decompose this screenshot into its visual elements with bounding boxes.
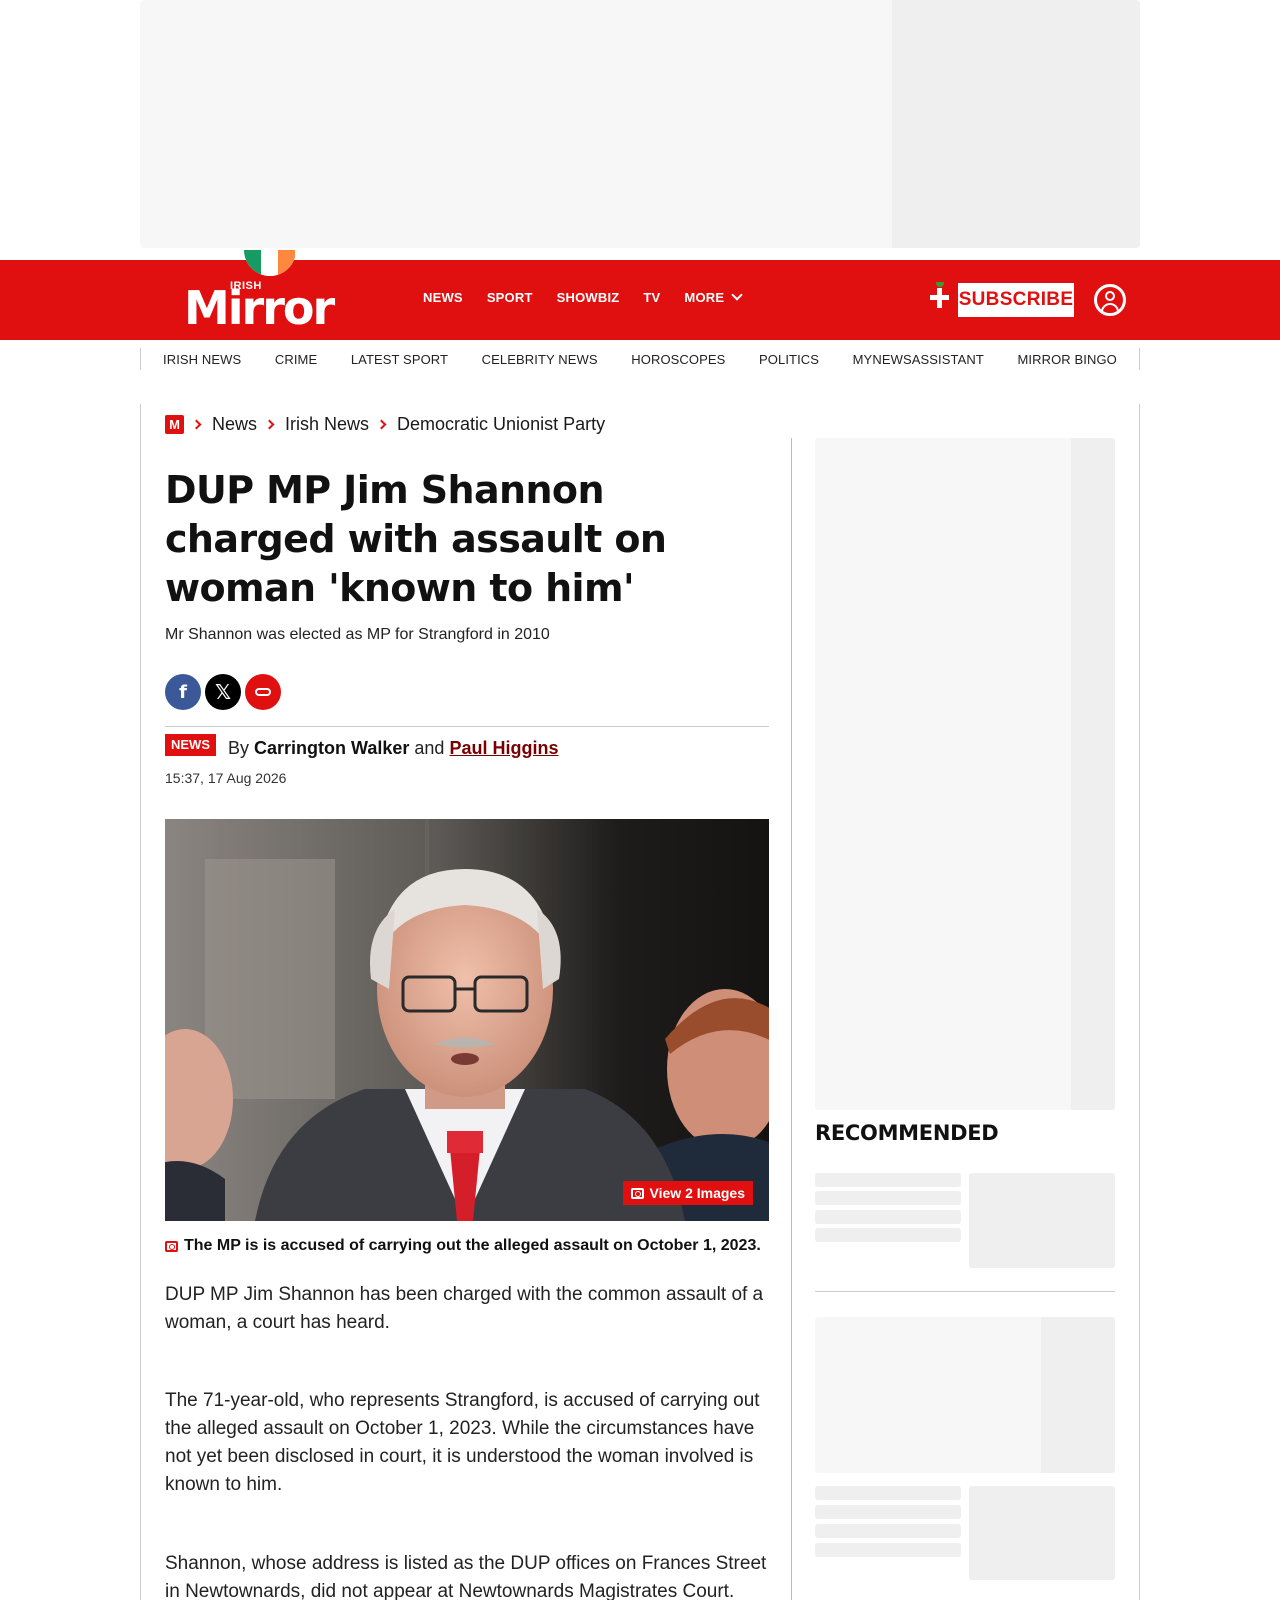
skeleton-line [815, 1228, 961, 1242]
breadcrumb-dup[interactable]: Democratic Unionist Party [397, 414, 605, 435]
byline-prefix: By [228, 738, 250, 758]
skeleton-line [815, 1524, 961, 1538]
camera-icon [630, 1187, 644, 1199]
publish-date: 15:37, 17 Aug 2026 [165, 770, 287, 786]
subscribe-plus-icon[interactable] [928, 282, 952, 310]
chevron-right-icon [264, 419, 275, 430]
section-crime[interactable]: CRIME [275, 352, 317, 367]
section-horoscopes[interactable]: HOROSCOPES [631, 352, 725, 367]
share-divider [165, 726, 769, 727]
chevron-down-icon [731, 288, 743, 301]
hero-image[interactable]: View 2 Images [165, 819, 769, 1221]
nav-more[interactable]: MORE [684, 288, 743, 305]
section-latest-sport[interactable]: LATEST SPORT [351, 352, 448, 367]
article-paragraph: The 71-year-old, who represents Strangfo… [165, 1390, 760, 1495]
skeleton-line [815, 1543, 961, 1557]
nav-tv[interactable]: TV [643, 290, 660, 305]
section-mirror-bingo[interactable]: MIRROR BINGO [1017, 352, 1116, 367]
nav-news[interactable]: NEWS [423, 290, 463, 305]
skeleton-line [815, 1505, 961, 1519]
skeleton-line [815, 1173, 961, 1187]
sidebar-divider [815, 1291, 1115, 1292]
view-images-button[interactable]: View 2 Images [622, 1181, 753, 1205]
facebook-icon[interactable]: f [165, 674, 201, 710]
x-icon[interactable]: 𝕏 [205, 674, 241, 710]
breadcrumb: M News Irish News Democratic Unionist Pa… [165, 414, 605, 435]
article-standfirst: Mr Shannon was elected as MP for Strangf… [165, 626, 550, 643]
column-divider [791, 438, 792, 1600]
image-caption-text: The MP is is accused of carrying out the… [184, 1237, 761, 1254]
skeleton-line [815, 1486, 961, 1500]
image-caption: The MP is is accused of carrying out the… [165, 1237, 761, 1255]
article-headline: DUP MP Jim Shannon charged with assault … [165, 468, 667, 610]
nav-more-label: MORE [684, 290, 725, 305]
article-paragraph: DUP MP Jim Shannon has been charged with… [165, 1284, 764, 1333]
breadcrumb-news[interactable]: News [212, 414, 257, 435]
byline: By Carrington Walker and Paul Higgins [228, 738, 558, 759]
view-images-label: View 2 Images [649, 1185, 745, 1201]
section-nav: IRISH NEWS CRIME LATEST SPORT CELEBRITY … [140, 348, 1140, 370]
hero-photo [165, 819, 769, 1221]
section-mynewsassistant[interactable]: MYNEWSASSISTANT [853, 352, 984, 367]
skeleton-thumbnail [969, 1173, 1115, 1268]
link-icon[interactable] [245, 674, 281, 710]
article-paragraph: Shannon, whose address is listed as the … [165, 1553, 767, 1600]
byline-and: and [414, 738, 445, 758]
subscribe-button[interactable]: SUBSCRIBE [958, 283, 1074, 317]
skeleton-thumbnail [969, 1486, 1115, 1580]
site-logo[interactable]: IRISH Mirror [184, 250, 368, 335]
section-celebrity-news[interactable]: CELEBRITY NEWS [482, 352, 598, 367]
chevron-right-icon [376, 419, 387, 430]
skeleton-line [815, 1210, 961, 1224]
share-bar: f 𝕏 [165, 674, 281, 710]
top-advertisement [140, 0, 1140, 248]
recommended-heading: RECOMMENDED [815, 1121, 999, 1145]
sidebar-advertisement [815, 438, 1115, 1110]
nav-showbiz[interactable]: SHOWBIZ [557, 290, 620, 305]
user-circle-icon[interactable] [1094, 284, 1126, 316]
author-link[interactable]: Paul Higgins [449, 738, 558, 758]
logo-wordmark: Mirror [184, 281, 335, 335]
home-m-icon[interactable]: M [165, 415, 184, 434]
skeleton-line [815, 1191, 961, 1205]
breadcrumb-irish-news[interactable]: Irish News [285, 414, 369, 435]
camera-icon [165, 1240, 178, 1252]
author-name: Carrington Walker [254, 738, 410, 758]
chevron-right-icon [191, 419, 202, 430]
sidebar-placeholder [815, 1317, 1115, 1473]
irish-flag-icon [244, 250, 296, 276]
section-tag[interactable]: NEWS [165, 734, 216, 756]
nav-sport[interactable]: SPORT [487, 290, 533, 305]
section-irish-news[interactable]: IRISH NEWS [163, 352, 241, 367]
main-nav: NEWS SPORT SHOWBIZ TV MORE [423, 288, 765, 305]
section-politics[interactable]: POLITICS [759, 352, 819, 367]
